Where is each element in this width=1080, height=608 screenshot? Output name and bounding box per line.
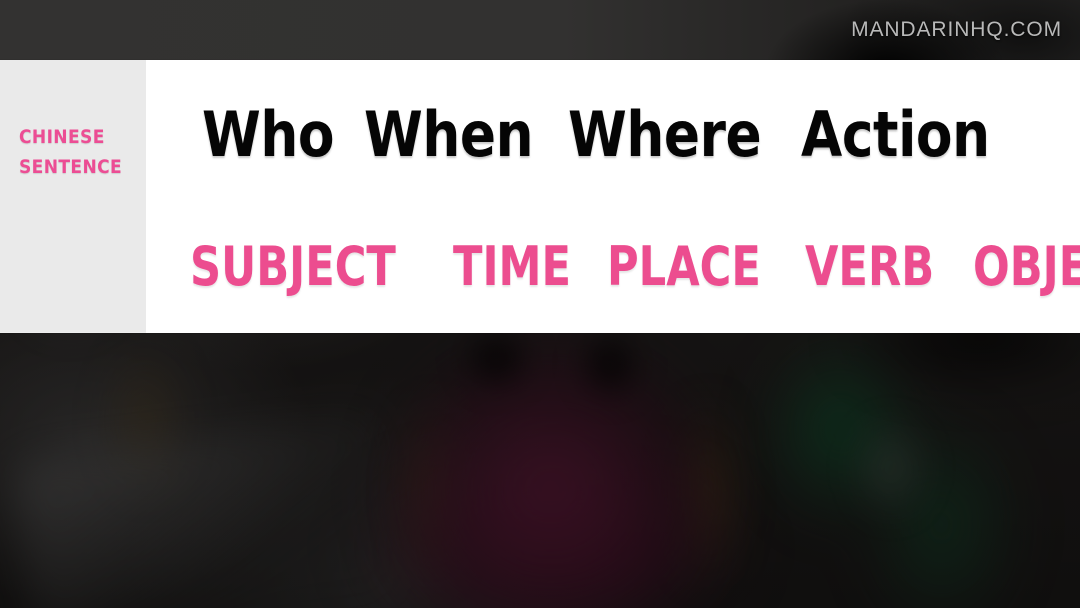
question-word-where: Where (568, 98, 762, 171)
sidebar-title-line-1: CHINESE (19, 126, 105, 148)
sentence-role-place: PLACE (606, 235, 761, 298)
site-watermark: MANDARINHQ.COM (851, 18, 1062, 41)
sidebar-title-line-2: SENTENCE (19, 156, 123, 178)
sentence-structure-panel: CHINESE SENTENCE Who When Where Action S… (0, 60, 1080, 333)
panel-columns: Who When Where Action SUBJECT TIME PLACE… (146, 60, 1080, 333)
panel-bottom-edge (0, 332, 1080, 333)
sentence-role-verb: VERB (805, 235, 935, 298)
question-word-who: Who (202, 98, 335, 171)
question-word-action: Action (801, 98, 990, 171)
sentence-role-time: TIME (453, 235, 572, 298)
question-word-when: When (363, 98, 534, 171)
sentence-role-object: OBJECT (972, 235, 1080, 298)
question-words-row: Who When Where Action (146, 60, 1080, 210)
slide-screen: MANDARINHQ.COM CHINESE SENTENCE Who When… (0, 0, 1080, 608)
panel-sidebar: CHINESE SENTENCE (0, 60, 146, 333)
sidebar-title: CHINESE SENTENCE (19, 122, 122, 182)
sentence-role-subject: SUBJECT (190, 235, 396, 298)
sentence-roles-row: SUBJECT TIME PLACE VERB OBJECT (146, 210, 1080, 363)
top-bar: MANDARINHQ.COM (0, 0, 1080, 60)
